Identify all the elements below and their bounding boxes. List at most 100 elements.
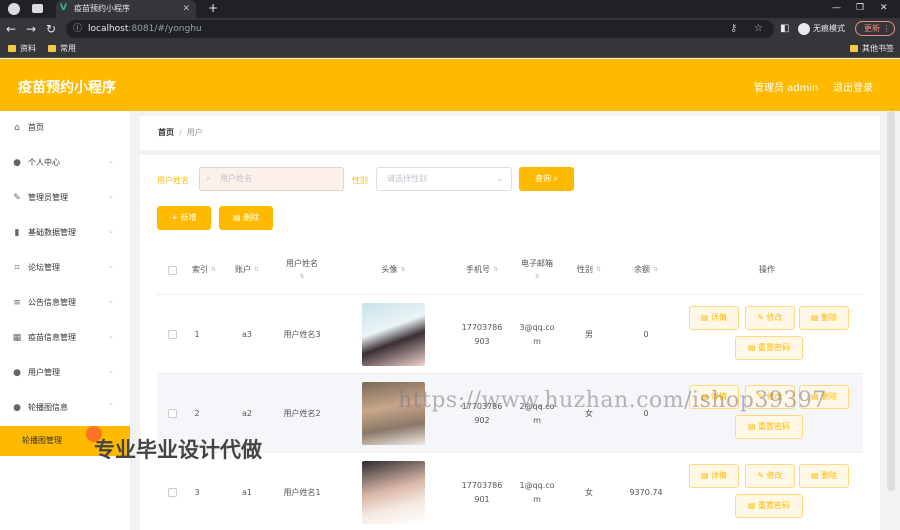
tab-close-icon[interactable]: ✕: [182, 0, 190, 18]
column-header[interactable]: 性别 ⇅: [569, 245, 609, 295]
app-title: 疫苗预约小程序: [18, 80, 116, 96]
site-info-icon[interactable]: ⓘ: [73, 20, 82, 38]
row-balance: 0: [643, 408, 649, 418]
update-button[interactable]: 更新 ⋮: [855, 21, 895, 36]
search-icon: ⌕: [553, 174, 559, 183]
chevron-down-icon: ⌄: [108, 367, 114, 375]
detail-button[interactable]: ▤ 详情: [689, 464, 739, 488]
sidebar: ⌂ 首页 ● 个人中心 ⌄ ✎ 管理员管理 ⌄ ▮ 基础数据管理 ⌄ ⌗ 论坛管…: [0, 111, 130, 530]
table-row: 1 a3 用户姓名3 17703786 903 3@qq.co m 男 0 ▤ 详情…: [157, 295, 863, 374]
sidebar-item-profile[interactable]: ● 个人中心 ⌄: [0, 146, 130, 181]
search-icon: ⌕: [206, 174, 211, 183]
row-balance: 0: [643, 329, 649, 339]
row-checkbox[interactable]: [165, 295, 179, 374]
page-scrollbar[interactable]: [887, 111, 895, 491]
forward-icon[interactable]: →: [26, 21, 36, 37]
column-header[interactable]: 头像 ⇅: [362, 245, 425, 295]
url-host: localhost: [88, 24, 129, 34]
chevron-down-icon: ⌄: [108, 297, 114, 305]
browser-tab-bar: V 疫苗预约小程序 ✕ + — ❐ ✕: [0, 0, 900, 18]
back-icon[interactable]: ←: [6, 21, 16, 37]
edit-icon: ✎: [13, 193, 21, 203]
batch-delete-button[interactable]: ▤ 删除: [219, 206, 273, 230]
url-input[interactable]: ⓘ localhost:8081/#/yonghu ⚷ ☆: [66, 20, 774, 38]
chevron-down-icon: ⌄: [108, 227, 114, 235]
row-gender: 女: [585, 487, 593, 497]
incognito-indicator[interactable]: 无痕模式: [798, 22, 845, 36]
browser-menu-icon[interactable]: [8, 3, 20, 15]
update-label: 更新: [864, 24, 880, 33]
search-button[interactable]: 查询 ⌕: [519, 167, 574, 191]
folder-icon: [48, 45, 56, 52]
close-window-icon[interactable]: ✕: [880, 0, 888, 16]
table-header: 索引 ⇅ 账户 ⇅ 用户姓名 ⇅ 头像 ⇅ 手机号 ⇅ 电子邮箱 ⇅ 性别 ⇅ 余额 ⇅ 操作: [157, 245, 863, 295]
folder-icon: [8, 45, 16, 52]
reset-password-button[interactable]: ▤ 重置密码: [735, 415, 803, 439]
select-all-checkbox[interactable]: [165, 245, 179, 295]
sidebar-item-users[interactable]: ● 用户管理 ⌄: [0, 356, 130, 391]
bookmark-folder[interactable]: 常用: [48, 42, 76, 56]
sidebar-item-admin[interactable]: ✎ 管理员管理 ⌄: [0, 181, 130, 216]
sidebar-item-forum[interactable]: ⌗ 论坛管理 ⌄: [0, 251, 130, 286]
column-header[interactable]: 用户姓名 ⇅: [277, 245, 327, 295]
incognito-icon: [798, 22, 810, 35]
minimize-icon[interactable]: —: [832, 0, 841, 16]
home-icon: ⌂: [14, 123, 20, 133]
row-email: 3@qq.co m: [519, 322, 555, 346]
sidepanel-icon[interactable]: ◧: [780, 21, 789, 37]
column-header[interactable]: 电子邮箱 ⇅: [512, 245, 562, 295]
sidebar-item-home[interactable]: ⌂ 首页: [0, 111, 130, 146]
maximize-icon[interactable]: ❐: [856, 0, 864, 16]
edit-button[interactable]: ✎ 修改: [745, 464, 795, 488]
reset-password-button[interactable]: ▤ 重置密码: [735, 336, 803, 360]
avatar: [362, 461, 425, 524]
chevron-up-icon: ⌃: [108, 402, 114, 410]
detail-button[interactable]: ▤ 详情: [689, 306, 739, 330]
sidebar-item-vaccine[interactable]: ▦ 疫苗信息管理 ⌄: [0, 321, 130, 356]
column-header: 操作: [759, 265, 775, 274]
trash-icon: ▤: [232, 213, 241, 222]
plus-icon: +: [171, 213, 179, 222]
delete-button[interactable]: ▤ 删除: [799, 464, 849, 488]
sidebar-item-basic-data[interactable]: ▮ 基础数据管理 ⌄: [0, 216, 130, 251]
column-header[interactable]: 手机号 ⇅: [457, 245, 507, 295]
row-phone: 17703786 902: [461, 401, 503, 425]
edit-button[interactable]: ✎ 修改: [745, 306, 795, 330]
reload-icon[interactable]: ↻: [46, 21, 56, 37]
row-index: 3: [194, 487, 200, 497]
reset-password-button[interactable]: ▤ 重置密码: [735, 494, 803, 518]
row-email: 1@qq.co m: [519, 480, 555, 504]
sidebar-item-carousel[interactable]: ● 轮播图信息 ⌃: [0, 391, 130, 426]
breadcrumb: 首页 / 用户: [140, 116, 880, 150]
row-checkbox[interactable]: [165, 453, 179, 530]
row-account: a1: [242, 487, 252, 497]
column-header[interactable]: 索引 ⇅: [187, 245, 221, 295]
other-bookmarks[interactable]: 其他书签: [850, 42, 894, 56]
bookmarks-bar: 资料 常用 其他书签: [0, 40, 900, 58]
delete-button[interactable]: ▤ 删除: [799, 306, 849, 330]
logout-link[interactable]: 退出登录: [833, 79, 873, 94]
tab-search-icon[interactable]: [32, 4, 43, 13]
add-button[interactable]: + 新增: [157, 206, 211, 230]
tab-title: 疫苗预约小程序: [74, 4, 130, 13]
folder-icon: [850, 45, 858, 52]
browser-tab[interactable]: V 疫苗预约小程序 ✕: [56, 0, 196, 18]
sidebar-item-announcements[interactable]: ≡ 公告信息管理 ⌄: [0, 286, 130, 321]
name-search-input[interactable]: ⌕ 用户姓名: [199, 167, 344, 191]
breadcrumb-home[interactable]: 首页: [158, 128, 174, 137]
gender-select[interactable]: 请选择性别 ⌄: [376, 167, 512, 191]
name-filter-label: 用户姓名: [157, 176, 189, 185]
key-icon[interactable]: ⚷: [730, 20, 737, 38]
bookmark-folder[interactable]: 资料: [8, 42, 36, 56]
row-index: 1: [194, 329, 200, 339]
incognito-label: 无痕模式: [813, 24, 845, 33]
column-header[interactable]: 账户 ⇅: [227, 245, 267, 295]
bookmark-star-icon[interactable]: ☆: [754, 20, 763, 38]
row-email: 2@qq.co m: [519, 401, 555, 425]
new-tab-icon[interactable]: +: [208, 0, 218, 16]
row-name: 用户姓名2: [283, 408, 321, 418]
grid-icon: ▦: [12, 333, 22, 343]
address-bar: ← → ↻ ⓘ localhost:8081/#/yonghu ⚷ ☆ ◧ 无痕…: [0, 18, 900, 40]
chart-icon: ▮: [14, 228, 20, 238]
column-header[interactable]: 余额 ⇅: [621, 245, 671, 295]
